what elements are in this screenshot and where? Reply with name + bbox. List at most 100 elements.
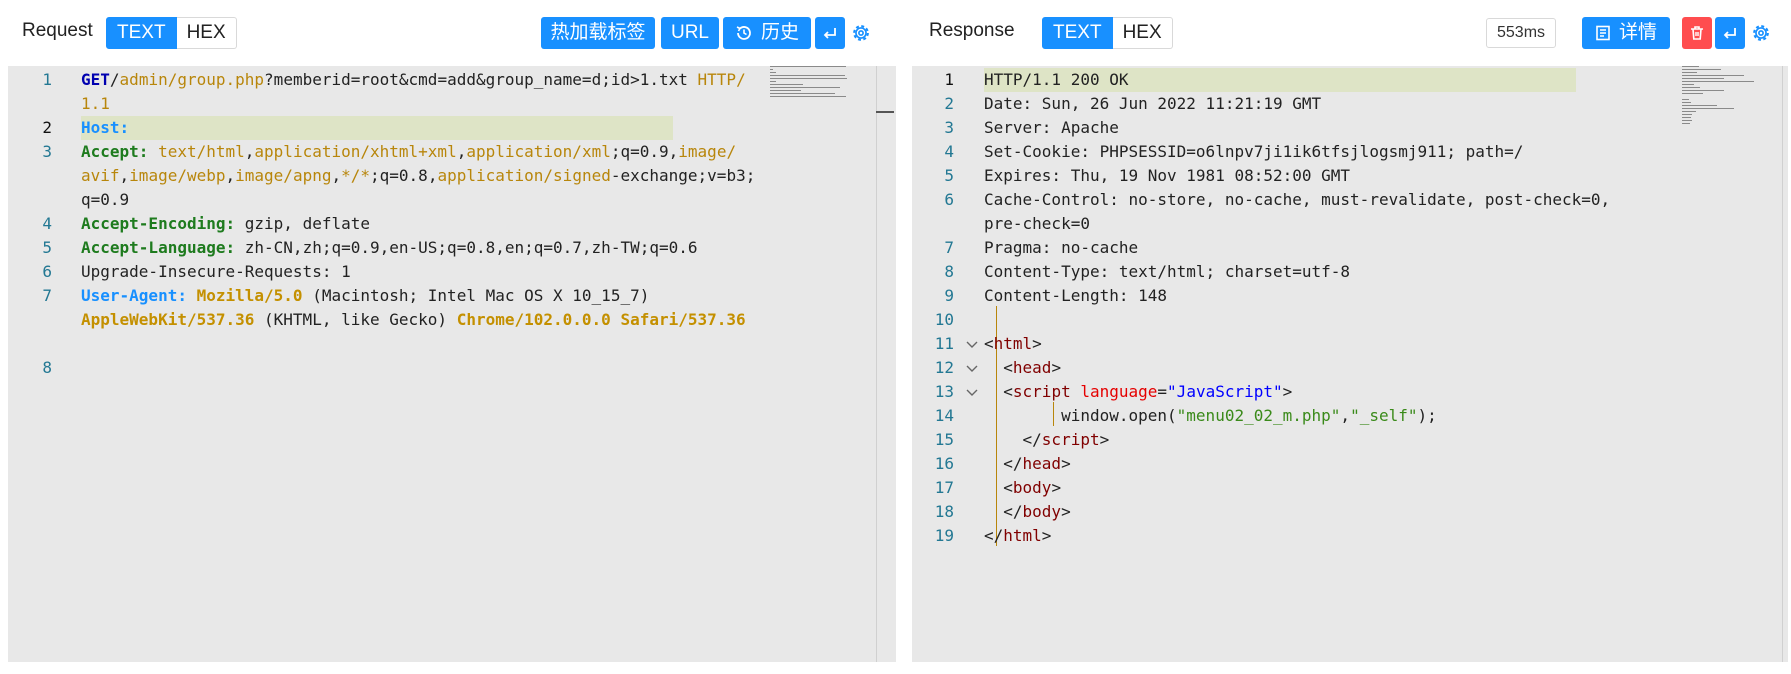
code-line[interactable]: 4 Accept-Encoding: gzip, deflate <box>8 212 896 236</box>
history-button[interactable]: 历史 <box>723 17 811 49</box>
line-number: 4 <box>944 142 954 161</box>
code-line[interactable]: 8 <box>8 356 896 380</box>
code-line[interactable]: 4 Set-Cookie: PHPSESSID=o6lnpv7ji1ik6tfsj… <box>912 140 1788 164</box>
code-line[interactable]: 2 Host: <box>8 116 896 140</box>
code-line[interactable]: pre-check=0 <box>912 212 1788 236</box>
line-number: 8 <box>944 262 954 281</box>
code-line[interactable]: 10 <box>912 308 1788 332</box>
code-token: ;q=0.8, <box>370 166 438 185</box>
details-button[interactable]: 详情 <box>1582 17 1670 49</box>
request-panel: Request TEXT HEX 热加载标签 URL 历史 1 GET/admi… <box>8 0 896 662</box>
line-number: 7 <box>42 286 52 305</box>
code-line[interactable]: 1 HTTP/1.1 200 OK <box>912 68 1788 92</box>
code-line[interactable]: 6 Upgrade-Insecure-Requests: 1 <box>8 260 896 284</box>
request-editor[interactable]: 1 GET/admin/group.php?memberid=root&cmd=a… <box>8 66 896 662</box>
code-token: Expires: Thu, 19 Nov 1981 08:52:00 GMT <box>984 166 1351 185</box>
line-number: 10 <box>934 310 954 329</box>
code-token: > <box>1061 502 1071 521</box>
code-token: script <box>1041 430 1100 449</box>
code-line[interactable]: 19 </html> <box>912 524 1788 548</box>
code-line[interactable]: 1 GET/admin/group.php?memberid=root&cmd=a… <box>8 68 896 92</box>
code-token: = <box>1157 382 1168 401</box>
request-text-mode-button[interactable]: TEXT <box>106 17 177 49</box>
url-label: URL <box>670 22 709 43</box>
line-text: q=0.9 <box>81 188 129 212</box>
code-line[interactable]: 3 Accept: text/html,application/xhtml+xml… <box>8 140 896 164</box>
fold-chevron-down-icon[interactable] <box>964 360 980 376</box>
code-line[interactable]: AppleWebKit/537.36 (KHTML, like Gecko) C… <box>8 308 896 332</box>
code-line[interactable]: 7 Pragma: no-cache <box>912 236 1788 260</box>
response-hex-mode-button[interactable]: HEX <box>1112 17 1173 49</box>
request-wrap-button[interactable] <box>815 17 845 49</box>
code-line[interactable]: 11 <html> <box>912 332 1788 356</box>
line-number: 11 <box>934 334 954 353</box>
code-line[interactable]: 15 </script> <box>912 428 1788 452</box>
response-wrap-button[interactable] <box>1715 17 1745 49</box>
code-token: body <box>1012 478 1052 497</box>
code-token: "JavaScript" <box>1167 382 1283 401</box>
response-text-mode-button[interactable]: TEXT <box>1042 17 1113 49</box>
code-token: "menu02_02_m.php" <box>1176 406 1341 425</box>
code-line[interactable]: 13 <script language="JavaScript"> <box>912 380 1788 404</box>
code-token: > <box>1041 526 1052 545</box>
minimap-line <box>770 66 846 67</box>
code-line[interactable]: 7 User-Agent: Mozilla/5.0 (Macintosh; Int… <box>8 284 896 308</box>
code-token: < <box>984 358 1013 377</box>
line-number: 18 <box>934 502 954 521</box>
code-line[interactable]: 17 <body> <box>912 476 1788 500</box>
request-hex-mode-button[interactable]: HEX <box>176 17 237 49</box>
code-line[interactable]: avif,image/webp,image/apng,*/*;q=0.8,app… <box>8 164 896 188</box>
code-token: Accept: <box>81 142 159 161</box>
document-list-icon <box>1596 25 1610 41</box>
code-token: ); <box>1417 406 1437 425</box>
code-token: ?memberid=root&cmd=add&group_name=d;id>1… <box>264 70 698 89</box>
code-line[interactable]: 6 Cache-Control: no-store, no-cache, must… <box>912 188 1788 212</box>
code-token: , <box>1340 406 1351 425</box>
code-line[interactable]: 14 window.open("menu02_02_m.php","_self"… <box>912 404 1788 428</box>
line-text: Content-Length: 148 <box>984 284 1167 308</box>
code-line[interactable]: 8 Content-Type: text/html; charset=utf-8 <box>912 260 1788 284</box>
code-line[interactable]: 18 </body> <box>912 500 1788 524</box>
code-token: q=0.9 <box>81 190 130 209</box>
line-number: 5 <box>944 166 954 185</box>
line-text: Accept: text/html,application/xhtml+xml,… <box>81 140 736 164</box>
hotload-tag-label: 热加载标签 <box>550 22 646 43</box>
line-number: 1 <box>944 70 954 89</box>
line-number: 14 <box>934 406 954 425</box>
code-token: admin/group.php <box>119 70 265 89</box>
code-token: > <box>1051 478 1062 497</box>
code-token: </ <box>984 526 1004 545</box>
line-text: Accept-Encoding: gzip, deflate <box>81 212 370 236</box>
code-line[interactable]: q=0.9 <box>8 188 896 212</box>
code-line[interactable] <box>8 332 896 356</box>
url-button[interactable]: URL <box>661 17 719 49</box>
history-label: 历史 <box>760 22 799 43</box>
code-line[interactable]: 16 </head> <box>912 452 1788 476</box>
hotload-tag-button[interactable]: 热加载标签 <box>541 17 655 49</box>
code-token: */* <box>341 166 371 185</box>
code-line[interactable]: 5 Expires: Thu, 19 Nov 1981 08:52:00 GMT <box>912 164 1788 188</box>
code-token: application/xml <box>466 142 611 161</box>
fold-chevron-down-icon[interactable] <box>964 336 980 352</box>
code-token: (Macintosh; Intel Mac OS X 10_15_7) <box>302 286 650 305</box>
line-number: 5 <box>42 238 52 257</box>
code-line[interactable]: 9 Content-Length: 148 <box>912 284 1788 308</box>
line-text: Host: <box>81 116 129 140</box>
code-line[interactable]: 1.1 <box>8 92 896 116</box>
code-line[interactable]: 5 Accept-Language: zh-CN,zh;q=0.9,en-US;q… <box>8 236 896 260</box>
code-line[interactable]: 2 Date: Sun, 26 Jun 2022 11:21:19 GMT <box>912 92 1788 116</box>
line-number: 3 <box>944 118 954 137</box>
code-token: Mozilla/5.0 <box>196 286 303 305</box>
response-editor[interactable]: 1 HTTP/1.1 200 OK 2 Date: Sun, 26 Jun 2022 … <box>912 66 1788 662</box>
wrap-lines-icon <box>1723 28 1736 39</box>
line-text: <script language="JavaScript"> <box>984 380 1292 404</box>
line-text: Set-Cookie: PHPSESSID=o6lnpv7ji1ik6tfsjl… <box>984 140 1523 164</box>
code-token: </ <box>984 454 1023 473</box>
code-line[interactable]: 3 Server: Apache <box>912 116 1788 140</box>
fold-chevron-down-icon[interactable] <box>964 384 980 400</box>
code-token: Cache-Control: no-store, no-cache, must-… <box>984 190 1611 209</box>
delete-button[interactable] <box>1682 17 1712 49</box>
code-line[interactable]: 12 <head> <box>912 356 1788 380</box>
response-settings-gear-icon[interactable] <box>1750 22 1772 44</box>
request-settings-gear-icon[interactable] <box>850 22 872 44</box>
